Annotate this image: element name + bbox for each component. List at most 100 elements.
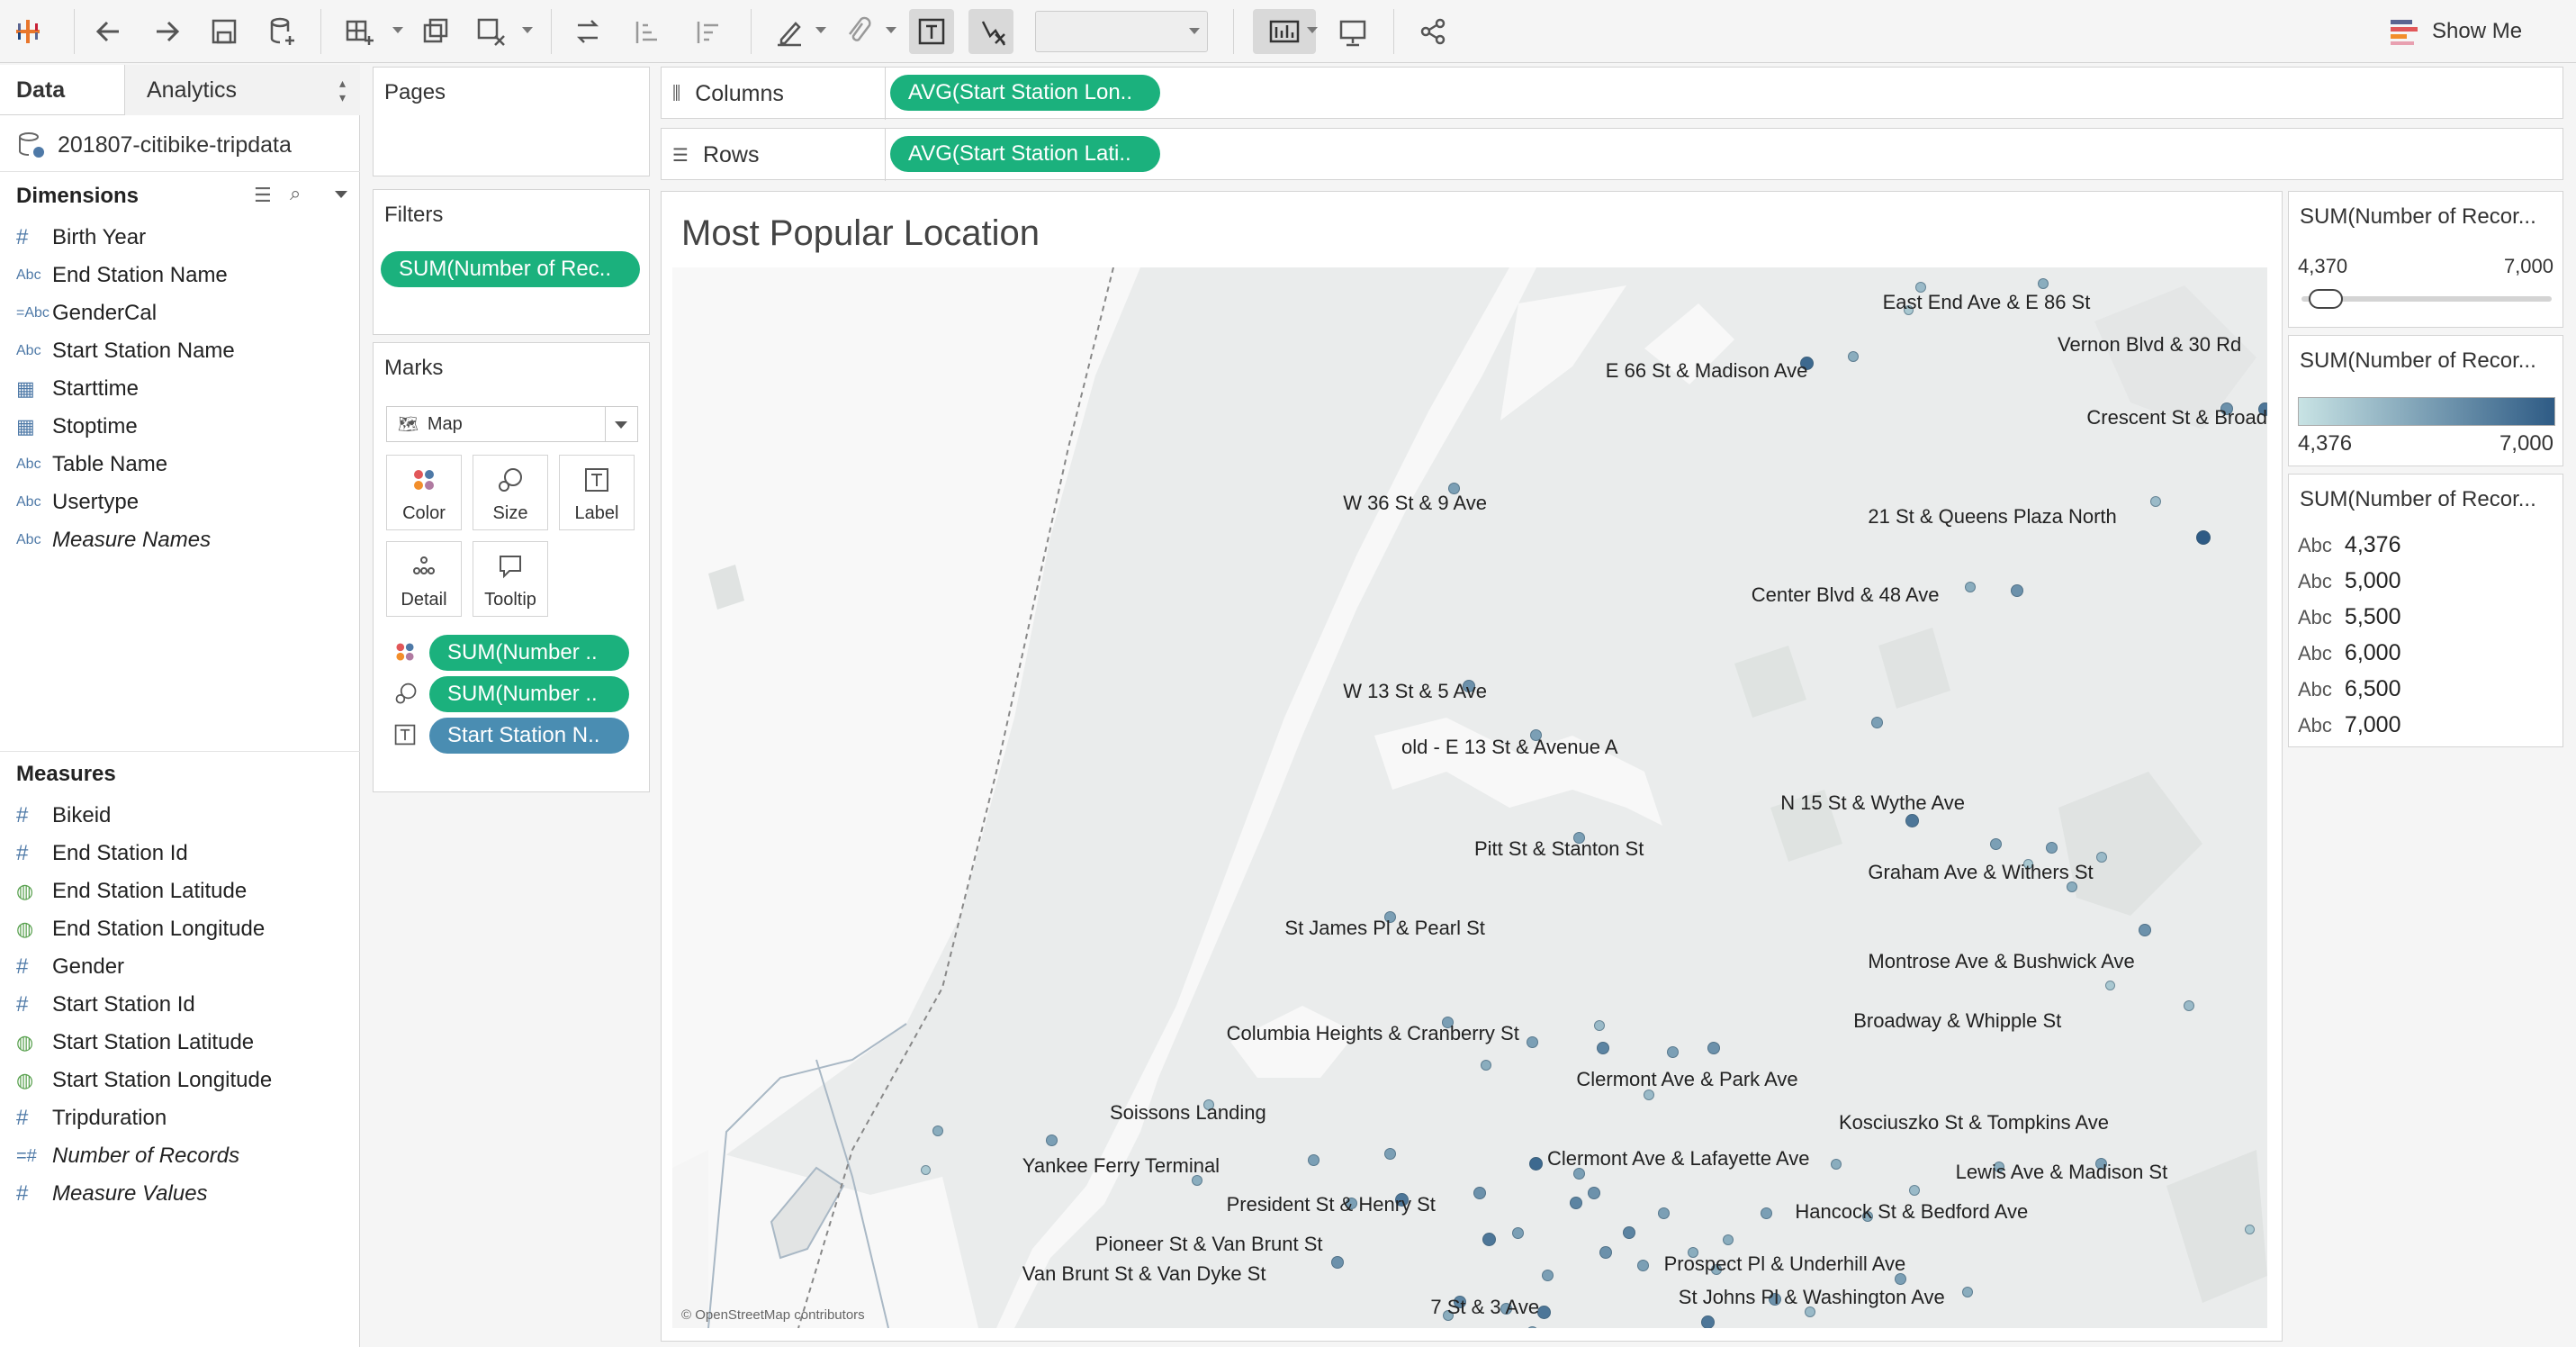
range-slider-handle[interactable] [2309, 289, 2343, 309]
size-legend-item[interactable]: Abc 4,376 [2298, 532, 2400, 558]
highlight-icon[interactable] [767, 9, 812, 54]
group-members-icon[interactable] [835, 9, 880, 54]
new-datasource-icon[interactable] [259, 9, 304, 54]
field-item[interactable]: # Gender [16, 949, 124, 985]
station-mark[interactable] [2149, 495, 2161, 507]
station-mark[interactable] [1658, 1207, 1671, 1219]
filter-pill[interactable]: SUM(Number of Rec.. [381, 251, 640, 287]
field-item[interactable]: ◍ Start Station Latitude [16, 1025, 254, 1061]
sort-ascending-icon[interactable] [625, 9, 670, 54]
new-worksheet-icon[interactable] [337, 9, 382, 54]
station-mark[interactable] [1707, 1042, 1720, 1055]
tab-analytics[interactable]: Analytics ▴ ▾ [124, 65, 360, 115]
columns-pill[interactable]: AVG(Start Station Lon.. [890, 75, 1160, 111]
station-mark[interactable] [2037, 278, 2049, 290]
clear-sheet-icon[interactable] [468, 9, 513, 54]
field-item[interactable]: ▦ Starttime [16, 371, 139, 407]
station-mark[interactable] [2196, 530, 2211, 546]
rows-shelf[interactable]: ☰ Rows AVG(Start Station Lati.. [661, 128, 2563, 181]
station-mark[interactable] [1700, 1315, 1715, 1328]
field-item[interactable]: =Abc GenderCal [16, 295, 157, 331]
field-item[interactable]: Abc End Station Name [16, 258, 228, 294]
field-item[interactable]: =# Number of Records [16, 1138, 239, 1174]
station-mark[interactable] [2010, 583, 2023, 597]
sort-descending-icon[interactable] [686, 9, 731, 54]
station-mark[interactable] [1909, 1184, 1921, 1196]
size-legend-item[interactable]: Abc 6,000 [2298, 640, 2400, 666]
station-mark[interactable] [932, 1125, 943, 1136]
station-mark[interactable] [1512, 1226, 1525, 1239]
columns-shelf[interactable]: ⫼ Columns AVG(Start Station Lon.. [661, 67, 2563, 120]
fix-axes-icon[interactable] [968, 9, 1013, 54]
station-mark[interactable] [1722, 1234, 1734, 1245]
station-mark[interactable] [1527, 1035, 1539, 1048]
tooltip-button[interactable]: Tooltip [473, 541, 548, 617]
data-source[interactable]: 201807-citibike-tripdata [16, 130, 292, 160]
detail-button[interactable]: Detail [386, 541, 462, 617]
field-item[interactable]: ◍ End Station Longitude [16, 911, 265, 947]
field-item[interactable]: ◍ Start Station Longitude [16, 1062, 272, 1098]
tableau-logo-icon[interactable] [5, 9, 50, 54]
station-mark[interactable] [1870, 716, 1883, 728]
label-pill[interactable]: Start Station N.. [429, 718, 629, 754]
station-mark[interactable] [1905, 814, 1919, 828]
station-mark[interactable] [1480, 1059, 1491, 1071]
label-button[interactable]: Label [559, 455, 635, 530]
show-me-button[interactable]: Show Me [2391, 11, 2522, 52]
fit-dropdown[interactable] [1035, 11, 1208, 52]
color-button[interactable]: Color [386, 455, 462, 530]
show-mark-labels-icon[interactable] [909, 9, 954, 54]
size-pill[interactable]: SUM(Number .. [429, 676, 629, 712]
size-legend-item[interactable]: Abc 7,000 [2298, 712, 2400, 738]
station-mark[interactable] [1383, 1148, 1396, 1161]
tab-data[interactable]: Data [16, 65, 65, 115]
field-item[interactable]: # Tripduration [16, 1100, 167, 1136]
station-mark[interactable] [1830, 1158, 1842, 1170]
pages-card[interactable]: Pages [373, 67, 650, 176]
station-mark[interactable] [1596, 1042, 1609, 1055]
station-mark[interactable] [1541, 1270, 1554, 1282]
field-item[interactable]: Abc Measure Names [16, 522, 211, 558]
rows-pill[interactable]: AVG(Start Station Lati.. [890, 136, 1160, 172]
color-pill[interactable]: SUM(Number .. [429, 635, 629, 671]
size-legend-item[interactable]: Abc 5,500 [2298, 604, 2400, 630]
presentation-mode-icon[interactable] [1330, 9, 1375, 54]
field-item[interactable]: # Bikeid [16, 798, 111, 834]
station-mark[interactable] [1537, 1305, 1552, 1319]
station-mark[interactable] [1622, 1226, 1635, 1240]
list-view-icon[interactable]: ☰ [254, 184, 272, 207]
dimensions-menu-icon[interactable] [335, 191, 347, 198]
station-mark[interactable] [2183, 999, 2194, 1011]
station-mark[interactable] [2095, 852, 2107, 863]
filters-card[interactable]: Filters SUM(Number of Rec.. [373, 189, 650, 335]
station-mark[interactable] [1482, 1233, 1496, 1247]
station-mark[interactable] [1964, 582, 1976, 593]
station-mark[interactable] [2046, 841, 2058, 854]
field-item[interactable]: # Start Station Id [16, 987, 195, 1023]
forward-icon[interactable] [144, 9, 189, 54]
station-mark[interactable] [1666, 1045, 1679, 1058]
station-mark[interactable] [1848, 350, 1860, 362]
station-mark[interactable] [2139, 923, 2152, 936]
station-mark[interactable] [1330, 1256, 1344, 1270]
swap-icon[interactable] [565, 9, 610, 54]
field-item[interactable]: # Birth Year [16, 220, 146, 256]
size-legend-item[interactable]: Abc 6,500 [2298, 676, 2400, 702]
field-item[interactable]: Abc Start Station Name [16, 333, 235, 369]
station-mark[interactable] [1961, 1287, 1973, 1298]
map-canvas[interactable]: East End Ave & E 86 St Vernon Blvd & 30 R… [672, 267, 2267, 1328]
field-item[interactable]: ◍ End Station Latitude [16, 873, 247, 909]
field-item[interactable]: ▦ Stoptime [16, 409, 138, 445]
field-item[interactable]: Abc Table Name [16, 447, 167, 483]
field-item[interactable]: Abc Usertype [16, 484, 139, 520]
size-button[interactable]: Size [473, 455, 548, 530]
duplicate-sheet-icon[interactable] [414, 9, 459, 54]
size-legend-item[interactable]: Abc 5,000 [2298, 568, 2400, 594]
station-mark[interactable] [1528, 1157, 1543, 1171]
field-item[interactable]: # Measure Values [16, 1176, 208, 1212]
back-icon[interactable] [86, 9, 131, 54]
search-icon[interactable]: ⌕ [290, 182, 301, 205]
save-icon[interactable] [202, 9, 247, 54]
share-icon[interactable] [1411, 9, 1456, 54]
mark-type-select[interactable]: 🗺 Map [386, 406, 638, 442]
